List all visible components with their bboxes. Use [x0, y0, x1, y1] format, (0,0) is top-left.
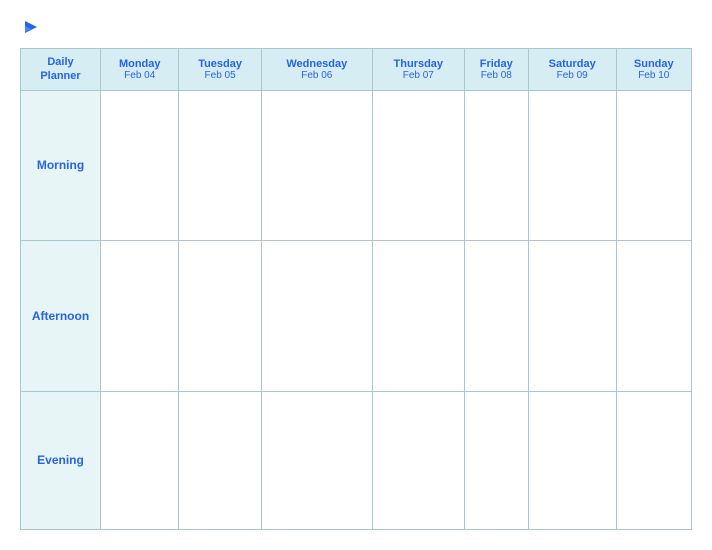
cell-morning-wednesday[interactable] — [261, 90, 372, 241]
label-col-top: DailyPlanner — [25, 55, 96, 84]
day-date: Feb 05 — [181, 70, 258, 81]
col-header-sunday: SundayFeb 10 — [616, 49, 691, 91]
row-label-afternoon: Afternoon — [21, 241, 101, 392]
cell-afternoon-thursday[interactable] — [372, 241, 464, 392]
cell-evening-wednesday[interactable] — [261, 391, 372, 529]
row-label-evening: Evening — [21, 391, 101, 529]
day-name: Monday — [103, 58, 176, 70]
cell-afternoon-sunday[interactable] — [616, 241, 691, 392]
row-label-morning: Morning — [21, 90, 101, 241]
col-header-tuesday: TuesdayFeb 05 — [179, 49, 261, 91]
cell-evening-thursday[interactable] — [372, 391, 464, 529]
col-header-thursday: ThursdayFeb 07 — [372, 49, 464, 91]
day-name: Thursday — [375, 58, 462, 70]
day-name: Tuesday — [181, 58, 258, 70]
cell-afternoon-tuesday[interactable] — [179, 241, 261, 392]
day-name: Sunday — [619, 58, 689, 70]
col-header-friday: FridayFeb 08 — [464, 49, 528, 91]
planner-table: DailyPlanner MondayFeb 04TuesdayFeb 05We… — [20, 48, 692, 530]
col-header-saturday: SaturdayFeb 09 — [528, 49, 616, 91]
day-name: Saturday — [531, 58, 614, 70]
col-header-wednesday: WednesdayFeb 06 — [261, 49, 372, 91]
day-date: Feb 04 — [103, 70, 176, 81]
cell-evening-monday[interactable] — [101, 391, 179, 529]
day-date: Feb 07 — [375, 70, 462, 81]
day-date: Feb 08 — [467, 70, 526, 81]
planner-row-morning: Morning — [21, 90, 692, 241]
cell-evening-friday[interactable] — [464, 391, 528, 529]
cell-afternoon-saturday[interactable] — [528, 241, 616, 392]
cell-afternoon-monday[interactable] — [101, 241, 179, 392]
day-date: Feb 09 — [531, 70, 614, 81]
col-header-label: DailyPlanner — [21, 49, 101, 91]
cell-morning-monday[interactable] — [101, 90, 179, 241]
logo — [20, 18, 39, 34]
cell-evening-saturday[interactable] — [528, 391, 616, 529]
day-name: Friday — [467, 58, 526, 70]
page-header — [20, 18, 692, 34]
cell-afternoon-friday[interactable] — [464, 241, 528, 392]
cell-morning-tuesday[interactable] — [179, 90, 261, 241]
logo-icon — [21, 18, 39, 36]
col-header-monday: MondayFeb 04 — [101, 49, 179, 91]
day-date: Feb 10 — [619, 70, 689, 81]
cell-morning-friday[interactable] — [464, 90, 528, 241]
planner-row-evening: Evening — [21, 391, 692, 529]
header-row: DailyPlanner MondayFeb 04TuesdayFeb 05We… — [21, 49, 692, 91]
cell-afternoon-wednesday[interactable] — [261, 241, 372, 392]
cell-morning-saturday[interactable] — [528, 90, 616, 241]
day-date: Feb 06 — [264, 70, 370, 81]
day-name: Wednesday — [264, 58, 370, 70]
planner-row-afternoon: Afternoon — [21, 241, 692, 392]
cell-evening-tuesday[interactable] — [179, 391, 261, 529]
cell-morning-sunday[interactable] — [616, 90, 691, 241]
cell-morning-thursday[interactable] — [372, 90, 464, 241]
cell-evening-sunday[interactable] — [616, 391, 691, 529]
